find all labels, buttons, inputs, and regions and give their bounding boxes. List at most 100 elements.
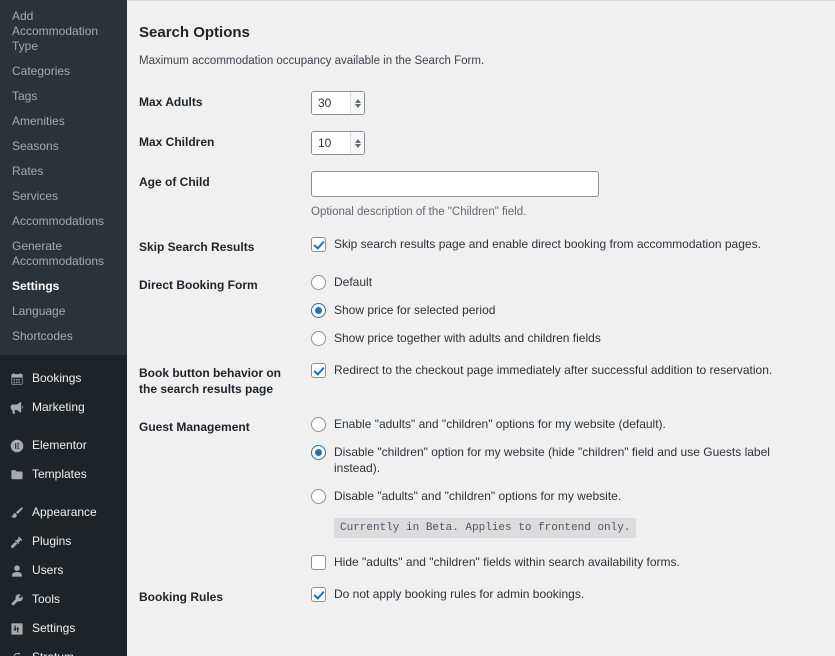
sidebar-item-generate-accommodations[interactable]: Generate Accommodations — [0, 234, 127, 274]
sidebar-item-amenities[interactable]: Amenities — [0, 109, 127, 134]
row-max-children: Max Children — [139, 123, 819, 163]
sidebar-separator — [0, 422, 127, 431]
direct-booking-label-2: Show price together with adults and chil… — [334, 330, 601, 346]
hide-guest-fields-label: Hide "adults" and "children" fields with… — [334, 554, 680, 570]
sidebar-item-rates[interactable]: Rates — [0, 159, 127, 184]
sidebar-item-language[interactable]: Language — [0, 299, 127, 324]
max-adults-input[interactable] — [312, 92, 350, 114]
sidebar-item-label: Tools — [32, 592, 60, 607]
page-title: Search Options — [139, 15, 819, 45]
book-button-behavior-option[interactable]: Redirect to the checkout page immediatel… — [311, 362, 809, 378]
hide-guest-fields-checkbox[interactable] — [311, 555, 326, 570]
sidebar-item-accommodations[interactable]: Accommodations — [0, 209, 127, 234]
guest-management-label-0: Enable "adults" and "children" options f… — [334, 416, 666, 432]
chevron-up-icon — [355, 99, 361, 103]
label-guest-management: Guest Management — [139, 408, 311, 578]
direct-booking-option-2[interactable]: Show price together with adults and chil… — [311, 330, 809, 346]
sidebar-group: BookingsMarketing — [0, 364, 127, 422]
book-button-behavior-checkbox[interactable] — [311, 363, 326, 378]
sidebar-item-elementor[interactable]: Elementor — [0, 431, 127, 460]
sidebar-item-label: Appearance — [32, 505, 97, 520]
sidebar-item-marketing[interactable]: Marketing — [0, 393, 127, 422]
settings-content: Search Options Maximum accommodation occ… — [127, 0, 835, 656]
sidebar-item-add-accommodation-type[interactable]: Add Accommodation Type — [0, 4, 127, 59]
max-children-input[interactable] — [312, 132, 350, 154]
sidebar-item-shortcodes[interactable]: Shortcodes — [0, 324, 127, 349]
sidebar-item-templates[interactable]: Templates — [0, 460, 127, 489]
direct-booking-option-1[interactable]: Show price for selected period — [311, 302, 809, 318]
chevron-down-icon — [355, 144, 361, 148]
guest-management-radio-0[interactable] — [311, 417, 326, 432]
booking-rules-label: Do not apply booking rules for admin boo… — [334, 586, 584, 602]
booking-rules-option[interactable]: Do not apply booking rules for admin boo… — [311, 586, 809, 602]
sidebar-item-tags[interactable]: Tags — [0, 84, 127, 109]
hide-guest-fields-option[interactable]: Hide "adults" and "children" fields with… — [311, 554, 809, 570]
sidebar-item-seasons[interactable]: Seasons — [0, 134, 127, 159]
book-button-behavior-label: Redirect to the checkout page immediatel… — [334, 362, 772, 378]
booking-rules-checkbox[interactable] — [311, 587, 326, 602]
skip-search-results-label: Skip search results page and enable dire… — [334, 236, 761, 252]
label-booking-rules: Booking Rules — [139, 578, 311, 616]
sidebar-item-plugins[interactable]: Plugins — [0, 527, 127, 556]
max-adults-spinner[interactable] — [350, 92, 364, 114]
guest-management-radio-1[interactable] — [311, 445, 326, 460]
label-max-children: Max Children — [139, 123, 311, 163]
sidebar-item-appearance[interactable]: Appearance — [0, 498, 127, 527]
sidebar-item-settings[interactable]: Settings — [0, 274, 127, 299]
sidebar-main-menu: BookingsMarketing Elementor Templates Appea… — [0, 355, 127, 656]
age-of-child-input[interactable] — [311, 171, 599, 197]
sidebar-group: Elementor Templates — [0, 431, 127, 489]
sidebar-item-settings[interactable]: Settings — [0, 614, 127, 643]
guest-management-label-2: Disable "adults" and "children" options … — [334, 488, 621, 504]
megaphone-icon — [9, 400, 24, 415]
calendar-icon — [9, 371, 24, 386]
sidebar-item-categories[interactable]: Categories — [0, 59, 127, 84]
max-children-stepper[interactable] — [311, 131, 365, 155]
admin-screen: Add Accommodation TypeCategoriesTagsAmen… — [0, 0, 835, 656]
direct-booking-radio-1[interactable] — [311, 303, 326, 318]
row-max-adults: Max Adults — [139, 83, 819, 123]
sidebar-item-label: Stratum — [32, 650, 74, 656]
chevron-up-icon — [355, 139, 361, 143]
sidebar-item-label: Settings — [32, 621, 75, 636]
row-guest-management: Guest Management Enable "adults" and "ch… — [139, 408, 819, 578]
direct-booking-radio-2[interactable] — [311, 331, 326, 346]
direct-booking-option-0[interactable]: Default — [311, 274, 809, 290]
row-book-button-behavior: Book button behavior on the search resul… — [139, 354, 819, 408]
user-icon — [9, 563, 24, 578]
label-max-adults: Max Adults — [139, 83, 311, 123]
guest-management-label-1: Disable "children" option for my website… — [334, 444, 809, 476]
skip-search-results-option[interactable]: Skip search results page and enable dire… — [311, 236, 809, 252]
sidebar-item-users[interactable]: Users — [0, 556, 127, 585]
direct-booking-label-0: Default — [334, 274, 372, 290]
sidebar-submenu: Add Accommodation TypeCategoriesTagsAmen… — [0, 0, 127, 355]
sidebar-separator — [0, 355, 127, 364]
sidebar-item-services[interactable]: Services — [0, 184, 127, 209]
row-direct-booking-form: Direct Booking Form Default Show price f… — [139, 266, 819, 354]
direct-booking-radio-0[interactable] — [311, 275, 326, 290]
guest-management-option-2[interactable]: Disable "adults" and "children" options … — [311, 488, 809, 504]
max-children-spinner[interactable] — [350, 132, 364, 154]
max-adults-stepper[interactable] — [311, 91, 365, 115]
stratum-icon — [9, 650, 24, 656]
admin-sidebar: Add Accommodation TypeCategoriesTagsAmen… — [0, 0, 127, 656]
guest-management-beta-note: Currently in Beta. Applies to frontend o… — [334, 518, 636, 538]
row-booking-rules: Booking Rules Do not apply booking rules… — [139, 578, 819, 616]
sidebar-item-label: Templates — [32, 467, 87, 482]
sidebar-item-bookings[interactable]: Bookings — [0, 364, 127, 393]
direct-booking-label-1: Show price for selected period — [334, 302, 495, 318]
guest-management-radio-2[interactable] — [311, 489, 326, 504]
guest-management-option-1[interactable]: Disable "children" option for my website… — [311, 444, 809, 476]
label-book-button-behavior: Book button behavior on the search resul… — [139, 354, 311, 408]
sidebar-separator — [0, 489, 127, 498]
plug-icon — [9, 534, 24, 549]
sidebar-item-tools[interactable]: Tools — [0, 585, 127, 614]
label-skip-search-results: Skip Search Results — [139, 228, 311, 266]
sliders-icon — [9, 621, 24, 636]
wrench-icon — [9, 592, 24, 607]
paintbrush-icon — [9, 505, 24, 520]
sidebar-item-label: Elementor — [32, 438, 87, 453]
guest-management-option-0[interactable]: Enable "adults" and "children" options f… — [311, 416, 809, 432]
skip-search-results-checkbox[interactable] — [311, 237, 326, 252]
sidebar-item-stratum[interactable]: Stratum — [0, 643, 127, 656]
